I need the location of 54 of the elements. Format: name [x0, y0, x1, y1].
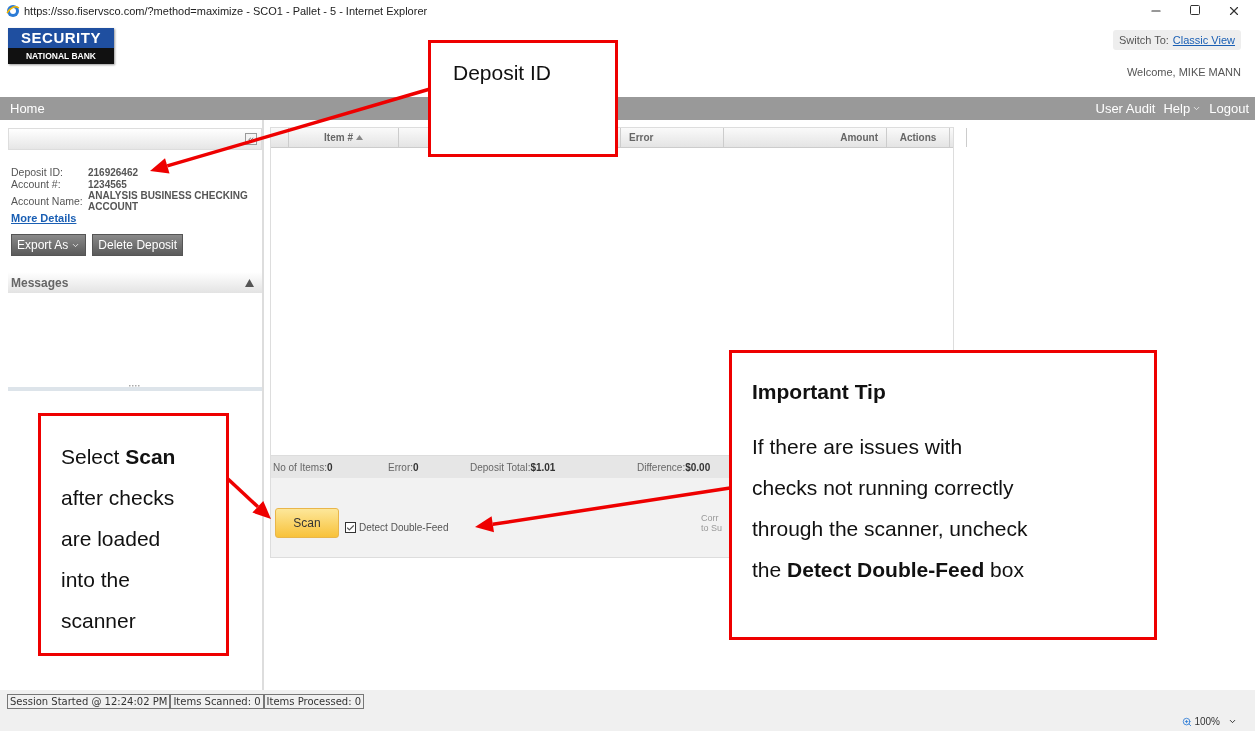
sort-ascending-icon — [355, 135, 363, 140]
callout-text: Select Scan — [61, 444, 177, 470]
cut-note: Corr to Su — [701, 512, 723, 533]
callout-title: Important Tip — [752, 379, 887, 405]
zoom-level[interactable]: 100% — [1182, 716, 1220, 727]
zoom-icon — [1182, 716, 1193, 727]
browser-icon — [6, 4, 20, 18]
classic-view-link[interactable]: Classic View — [1172, 34, 1235, 46]
summary-text: Deposit Total:$1.01 — [470, 461, 557, 473]
detail-label: Deposit ID: — [11, 166, 64, 178]
callout-text: are loaded — [61, 526, 162, 552]
nav-link[interactable]: Logout — [1209, 101, 1249, 116]
double-feed-checkbox[interactable]: Detect Double-Feed — [345, 522, 449, 533]
column-header[interactable]: Amount — [724, 128, 887, 147]
detail-value: ANALYSIS BUSINESS CHECKING ACCOUNT — [88, 190, 249, 212]
detail-label: Account #: — [11, 178, 62, 190]
scan-button[interactable]: Scan — [275, 507, 339, 538]
detail-value: 1234565 — [88, 178, 128, 190]
status-cell: Items Scanned: 0 — [170, 693, 264, 709]
callout-text: the Detect Double-Feed box — [752, 557, 1025, 583]
summary-text: Error:0 — [388, 461, 420, 473]
action-button[interactable]: Export As — [11, 234, 87, 256]
column-header[interactable]: Error — [621, 128, 724, 147]
callout-text: after checks — [61, 485, 176, 511]
nav-link[interactable]: Help — [1163, 101, 1202, 116]
summary-text: Difference:$0.00 — [637, 461, 712, 473]
detail-value: 216926462 — [88, 166, 140, 178]
collapse-toggle-icon[interactable] — [245, 278, 254, 287]
status-cell: Session Started @ 12:24:02 PM — [7, 693, 171, 709]
callout-text: If there are issues with — [752, 434, 964, 460]
column-header[interactable]: Item # — [289, 128, 399, 147]
window-title: https://sso.fiservsco.com/?method=maximize - SCO1 - Pallet - 5 - Internet Explorer — [24, 5, 429, 17]
column-header[interactable]: Actions — [887, 128, 950, 147]
messages-title: Messages — [11, 275, 69, 290]
maximize-icon[interactable] — [1189, 4, 1201, 16]
callout-text: through the scanner, uncheck — [752, 516, 1029, 542]
switch-label: Switch To: — [1118, 34, 1169, 46]
more-details-link[interactable]: More Details — [11, 212, 88, 224]
nav-link[interactable]: User Audit — [1095, 101, 1156, 116]
caret-icon — [1192, 104, 1202, 113]
callout-text: checks not running correctly — [752, 475, 1015, 501]
caret-icon[interactable] — [1228, 717, 1237, 726]
home-link[interactable]: Home — [10, 101, 45, 116]
status-cell: Items Processed: 0 — [263, 693, 365, 709]
detail-label: Account Name: — [11, 195, 84, 207]
summary-text: No of Items:0 — [273, 461, 334, 473]
callout-text: into the — [61, 567, 131, 593]
bank-logo: SECURITY NATIONAL BANK — [8, 28, 114, 64]
close-icon[interactable] — [1227, 4, 1241, 18]
checkbox[interactable] — [345, 522, 356, 533]
callout-text: Deposit ID — [453, 61, 553, 85]
callout-text: scanner — [61, 608, 137, 634]
welcome-text: Welcome, MIKE MANN — [1126, 66, 1241, 78]
action-button[interactable]: Delete Deposit — [92, 234, 184, 256]
